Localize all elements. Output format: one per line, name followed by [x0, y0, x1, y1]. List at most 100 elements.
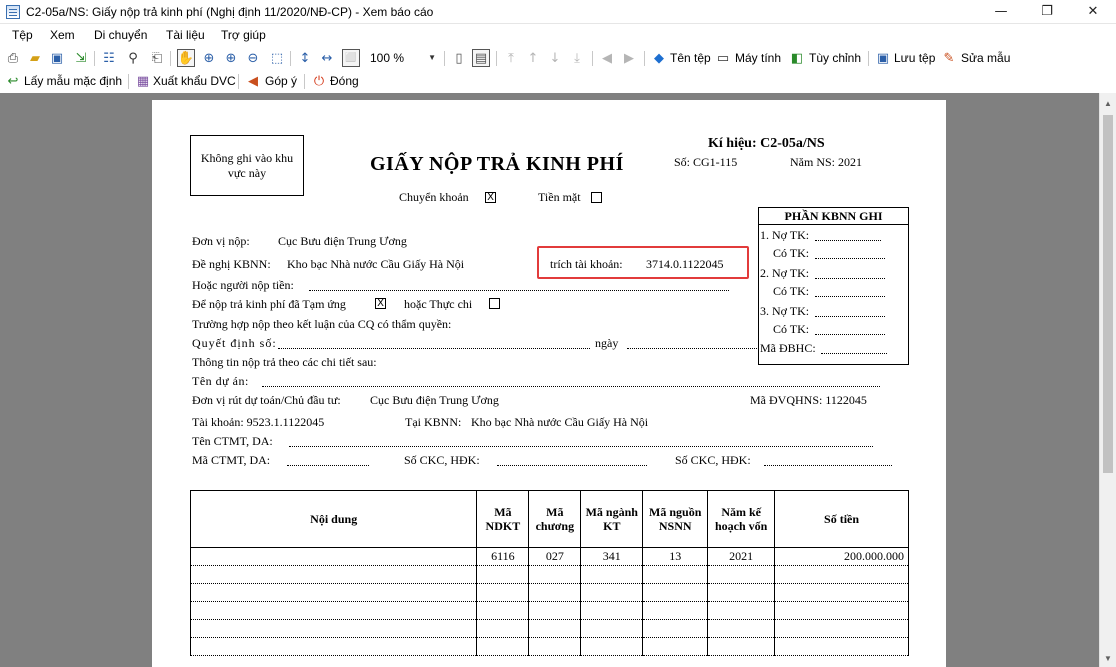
cell-nam-ke-hoach-von [707, 583, 776, 602]
title-bar: C2-05a/NS: Giấy nộp trả kinh phí (Nghị đ… [0, 0, 1116, 24]
actual-size-icon[interactable]: ⬜ [342, 49, 360, 67]
chuyen-khoan-checkbox[interactable]: X [485, 192, 496, 203]
ngay-label: ngày [595, 336, 619, 350]
continuous-page-icon[interactable]: ▤ [472, 49, 490, 67]
zoom-rect-icon[interactable]: ⬚ [268, 49, 286, 67]
cell-noi-dung [189, 565, 478, 584]
forward-icon[interactable]: ▶ [620, 49, 638, 67]
cell-nam-ke-hoach-von [707, 565, 776, 584]
export-dvc-icon[interactable]: ▦ [134, 72, 152, 90]
minimize-button[interactable]: — [978, 0, 1024, 24]
ten-tep-button[interactable]: Tên tệp [670, 51, 711, 65]
cell-nam-ke-hoach-von: 2021 [707, 547, 776, 566]
next-page-icon[interactable]: ↓ [546, 49, 564, 67]
menu-tep[interactable]: Tệp [12, 28, 33, 42]
close-window-button[interactable]: ✕ [1070, 0, 1116, 24]
cell-ma-nganh-kt: 341 [580, 547, 644, 566]
zoom-in-small-icon[interactable]: ⊕ [222, 49, 240, 67]
export-icon[interactable]: ⇲ [72, 49, 90, 67]
cell-ma-chuong [528, 637, 582, 656]
xuat-khau-dvc-button[interactable]: Xuất khẩu DVC [153, 74, 236, 88]
power-icon[interactable]: ⏻ [310, 72, 328, 90]
cell-ma-chuong [528, 619, 582, 638]
cell-ma-nguon-nsnn [642, 619, 709, 638]
megaphone-icon[interactable]: ◀ [244, 72, 262, 90]
don-vi-nop-value: Cục Bưu điện Trung Ương [278, 234, 407, 248]
restore-button[interactable]: ❐ [1024, 0, 1070, 24]
scroll-up-icon[interactable]: ▲ [1104, 99, 1112, 108]
menu-xem[interactable]: Xem [50, 28, 75, 42]
lay-mau-mac-dinh-button[interactable]: Lấy mẫu mặc định [24, 74, 122, 88]
chuyen-khoan-label: Chuyển khoản [399, 190, 469, 204]
hand-tool-icon[interactable]: ✋ [177, 49, 195, 67]
cell-ma-ndkt [476, 583, 530, 602]
cell-ma-chuong: 027 [528, 547, 582, 566]
sua-mau-button[interactable]: Sửa mẫu [961, 51, 1010, 65]
zoom-value: 100 % [370, 51, 405, 65]
may-tinh-button[interactable]: Máy tính [735, 51, 781, 65]
fit-height-icon[interactable]: ↕ [296, 49, 314, 67]
find-binoculars-icon[interactable]: ⚲ [124, 49, 142, 67]
thumbnails-icon[interactable]: ☷ [100, 49, 118, 67]
open-folder-icon[interactable]: ▰ [26, 49, 44, 67]
cell-nam-ke-hoach-von [707, 619, 776, 638]
info-icon[interactable]: ◆ [650, 49, 668, 67]
zoom-in-icon[interactable]: ⊕ [200, 49, 218, 67]
thuc-chi-checkbox[interactable] [489, 298, 500, 309]
customize-icon[interactable]: ◧ [788, 49, 806, 67]
tien-mat-checkbox[interactable] [591, 192, 602, 203]
don-vi-rut-label: Đơn vị rút dự toán/Chủ đầu tư: [192, 393, 341, 407]
computer-icon[interactable]: ▭ [714, 49, 732, 67]
report-page: Không ghi vào khu vực này GIẤY NỘP TRẢ K… [152, 100, 946, 667]
table-row [189, 601, 909, 620]
single-page-icon[interactable]: ▯ [450, 49, 468, 67]
table-row [189, 583, 909, 602]
back-icon[interactable]: ◀ [598, 49, 616, 67]
tam-ung-checkbox[interactable]: X [375, 298, 386, 309]
scroll-thumb[interactable] [1103, 115, 1113, 473]
edit-template-icon[interactable]: ✎ [940, 49, 958, 67]
cell-so-tien [774, 601, 909, 620]
cell-ma-nganh-kt [580, 583, 644, 602]
cell-ma-ndkt [476, 637, 530, 656]
so-ckc-label-2: Số CKC, HĐK: [675, 453, 751, 467]
menu-di-chuyen[interactable]: Di chuyển [94, 28, 147, 42]
first-page-icon[interactable]: ⤒ [502, 49, 520, 67]
gop-y-button[interactable]: Góp ý [265, 74, 297, 88]
kbnn-section: PHẦN KBNN GHI 1. Nợ TK: Có TK: 2. Nợ TK:… [758, 207, 909, 365]
menu-tro-giup[interactable]: Trợ giúp [221, 28, 266, 42]
fit-width-icon[interactable]: ↔ [318, 49, 336, 67]
document-viewer[interactable]: Không ghi vào khu vực này GIẤY NỘP TRẢ K… [0, 93, 1099, 667]
last-page-icon[interactable]: ⤓ [568, 49, 586, 67]
cell-so-tien: 200.000.000 [774, 547, 909, 566]
save-file-icon[interactable]: ▣ [874, 49, 892, 67]
vertical-scrollbar[interactable]: ▲ ▼ [1099, 93, 1116, 667]
page-setup-icon[interactable]: ⎗ [148, 49, 166, 67]
tuy-chinh-button[interactable]: Tùy chỉnh [809, 51, 861, 65]
quyet-dinh-label: Quyết định số: [192, 336, 277, 350]
ma-dvqhns: Mã ĐVQHNS: 1122045 [750, 393, 867, 407]
cell-so-tien [774, 583, 909, 602]
save-icon[interactable]: ▣ [48, 49, 66, 67]
prev-page-icon[interactable]: ↑ [524, 49, 542, 67]
zoom-out-icon[interactable]: ⊖ [244, 49, 262, 67]
reset-template-icon[interactable]: ↩ [4, 72, 22, 90]
cell-so-tien [774, 637, 909, 656]
chevron-down-icon: ▼ [428, 53, 436, 62]
cell-ma-nguon-nsnn [642, 565, 709, 584]
cell-noi-dung [189, 583, 478, 602]
cell-ma-nganh-kt [580, 601, 644, 620]
no-write-box: Không ghi vào khu vực này [190, 135, 304, 196]
zoom-select[interactable]: 100 % ▼ [366, 49, 440, 67]
cell-ma-ndkt [476, 565, 530, 584]
scroll-down-icon[interactable]: ▼ [1104, 654, 1112, 663]
dong-button[interactable]: Đóng [330, 74, 359, 88]
no-tk-2: 2. Nợ TK: [760, 266, 810, 280]
print-icon[interactable]: ⎙ [4, 49, 22, 67]
cell-noi-dung [189, 619, 478, 638]
tam-ung-label: Để nộp trả kinh phí đã Tạm ứng [192, 297, 346, 311]
don-vi-nop-label: Đơn vị nộp: [192, 234, 250, 248]
cell-ma-ndkt [476, 601, 530, 620]
luu-tep-button[interactable]: Lưu tệp [894, 51, 935, 65]
menu-tai-lieu[interactable]: Tài liệu [166, 28, 205, 42]
